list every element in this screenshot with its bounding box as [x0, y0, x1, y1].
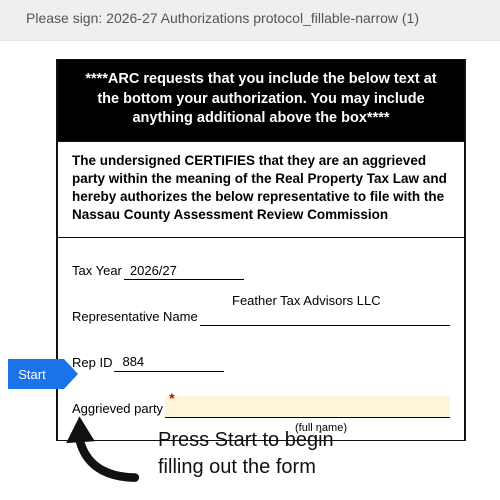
arc-header-box: ****ARC requests that you include the be… — [58, 60, 464, 142]
aggrieved-party-row: Aggrieved party * — [72, 390, 450, 418]
hint-line1: Press Start to begin — [158, 429, 334, 451]
tax-year-line: 2026/27 — [124, 262, 244, 280]
hint-line2: filling out the form — [158, 456, 316, 478]
aggrieved-party-input[interactable]: * — [165, 396, 450, 418]
page: ****ARC requests that you include the be… — [0, 41, 500, 441]
rep-id-label: Rep ID — [72, 355, 112, 372]
rep-name-value: Feather Tax Advisors LLC — [232, 293, 381, 308]
certification-text: The undersigned CERTIFIES that they are … — [58, 142, 464, 238]
rep-id-value: 884 — [122, 354, 144, 369]
start-button[interactable]: Start — [8, 359, 64, 389]
tax-year-label: Tax Year — [72, 263, 122, 280]
hint-text: Press Start to begin filling out the for… — [158, 427, 458, 481]
topbar-title: Please sign: 2026-27 Authorizations prot… — [26, 10, 419, 26]
required-star-icon: * — [169, 390, 174, 406]
rep-name-label: Representative Name — [72, 309, 198, 326]
form-fields: Tax Year 2026/27 Feather Tax Advisors LL… — [58, 238, 464, 440]
rep-name-row: Feather Tax Advisors LLC Representative … — [72, 298, 450, 326]
document-form: ****ARC requests that you include the be… — [56, 59, 466, 441]
tax-year-row: Tax Year 2026/27 — [72, 252, 450, 280]
start-button-label: Start — [18, 367, 45, 382]
tax-year-value: 2026/27 — [130, 263, 177, 278]
rep-id-row: Rep ID 884 — [72, 344, 450, 372]
aggrieved-party-label: Aggrieved party — [72, 401, 163, 418]
rep-name-line — [200, 308, 450, 326]
topbar: Please sign: 2026-27 Authorizations prot… — [0, 0, 500, 41]
rep-id-line: 884 — [114, 354, 224, 372]
